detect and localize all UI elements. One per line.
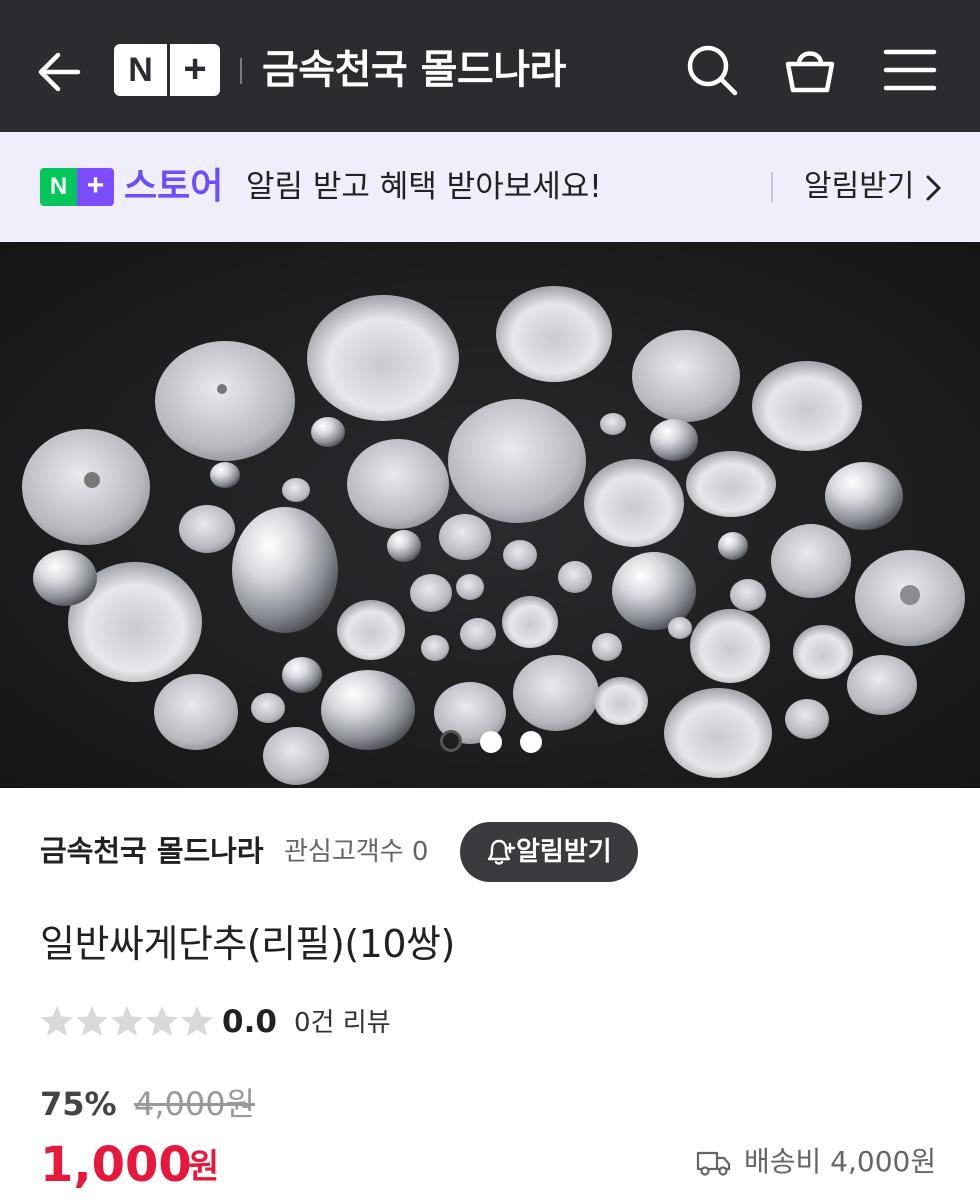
- top-app-bar: N + 금속천국 몰드나라: [0, 0, 980, 132]
- bell-plus-icon: [487, 839, 516, 865]
- star-icon: [146, 1006, 178, 1036]
- banner-subscribe-link[interactable]: 알림받기: [804, 162, 914, 212]
- star-icon: [111, 1006, 143, 1036]
- rating-score: 0.0: [222, 1004, 277, 1040]
- star-icon: [41, 1006, 73, 1036]
- banner-message: 알림 받고 혜택 받아보세요!: [246, 169, 602, 205]
- seller-alert-button[interactable]: 알림받기: [460, 822, 638, 882]
- badge-plus-sign: +: [77, 168, 114, 206]
- badge-n-letter: N: [40, 168, 77, 206]
- carousel-dot-1[interactable]: [440, 730, 462, 752]
- store-title[interactable]: 금속천국 몰드나라: [262, 40, 566, 100]
- naver-plus-store-badge: N +: [40, 168, 114, 206]
- logo-n-letter: N: [128, 51, 153, 89]
- hamburger-menu-icon[interactable]: [880, 40, 940, 100]
- shipping-fee: 배송비 4,000원: [744, 1145, 937, 1178]
- review-count-link[interactable]: 0건 리뷰: [294, 1002, 391, 1044]
- rating-stars: [41, 1006, 213, 1036]
- original-price: 4,000원: [134, 1085, 256, 1123]
- shopping-bag-icon[interactable]: [780, 40, 840, 100]
- logo-plus-sign: +: [183, 47, 207, 91]
- banner-separator: [771, 172, 773, 202]
- search-icon[interactable]: [682, 40, 742, 100]
- sale-price-unit: 원: [188, 1147, 220, 1187]
- back-arrow-icon[interactable]: [34, 46, 86, 98]
- product-image-carousel[interactable]: [0, 242, 980, 788]
- header-separator: [240, 58, 242, 84]
- sale-price: 1,000: [40, 1137, 192, 1193]
- product-photo: [0, 242, 980, 788]
- delivery-truck-icon: [696, 1151, 731, 1176]
- seller-name[interactable]: 금속천국 몰드나라: [40, 828, 264, 874]
- naver-plus-logo[interactable]: N +: [114, 44, 220, 96]
- follower-count: 관심고객수 0: [284, 837, 429, 867]
- chevron-right-icon[interactable]: [924, 173, 944, 203]
- product-title: 일반싸게단추(리필)(10쌍): [40, 922, 455, 966]
- carousel-dot-3[interactable]: [520, 731, 542, 753]
- star-icon: [181, 1006, 213, 1036]
- star-icon: [76, 1006, 108, 1036]
- alert-button-label: 알림받기: [516, 837, 612, 867]
- carousel-dot-2[interactable]: [480, 731, 502, 753]
- store-word: 스토어: [124, 166, 224, 207]
- discount-rate: 75%: [40, 1085, 117, 1123]
